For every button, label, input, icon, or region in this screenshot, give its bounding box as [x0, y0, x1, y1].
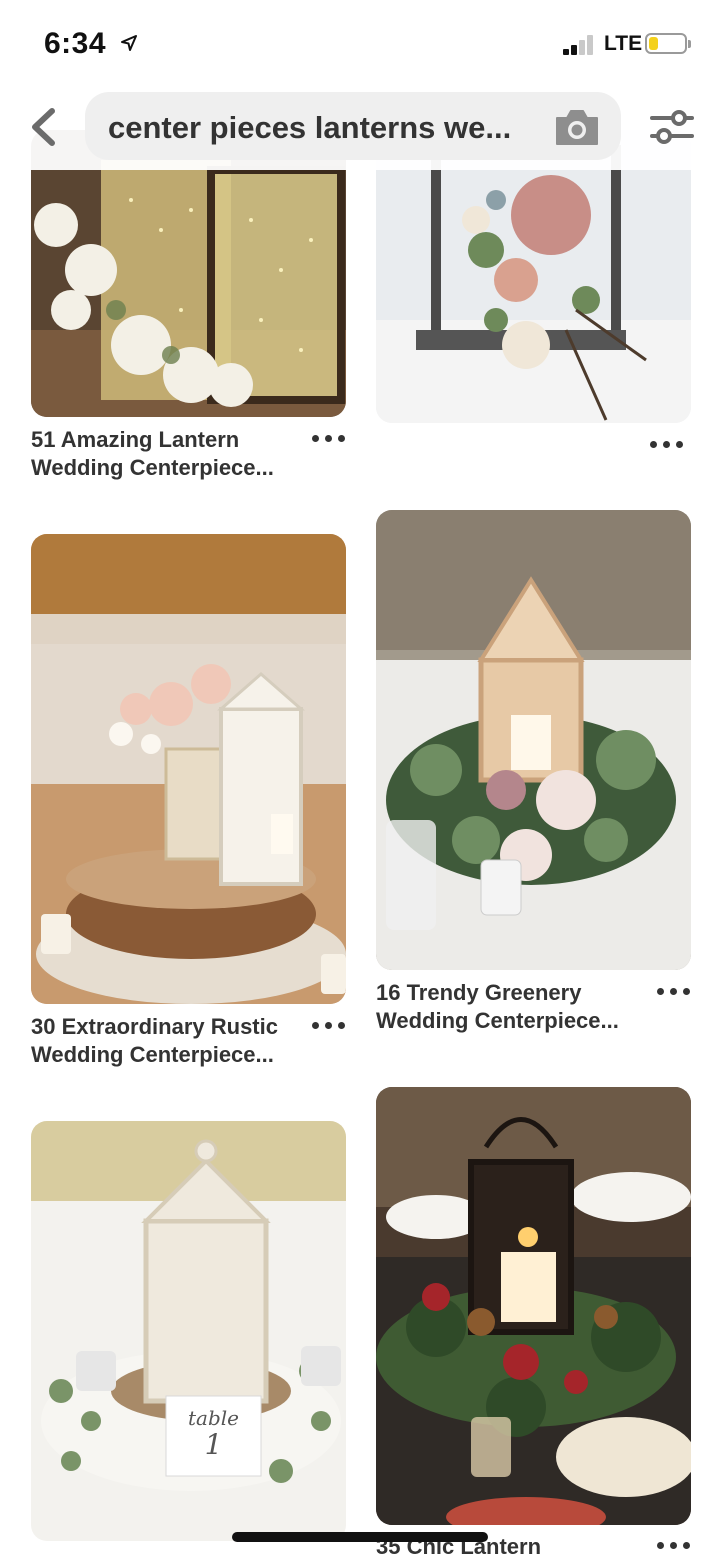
home-indicator[interactable]	[232, 1532, 488, 1542]
more-options-icon[interactable]	[650, 441, 684, 449]
search-query: center pieces lanterns we...	[108, 110, 512, 145]
pin-title-1[interactable]: 51 Amazing Lantern Wedding Centerpiece..…	[31, 426, 313, 482]
table-number-card: table 1	[188, 1406, 239, 1461]
pin-title-4[interactable]: 16 Trendy Greenery Wedding Centerpiece..…	[376, 979, 658, 1035]
back-chevron-icon[interactable]	[26, 106, 62, 148]
pin-image-5[interactable]: table 1	[31, 1121, 346, 1541]
status-time: 6:34	[44, 27, 107, 60]
search-input[interactable]: center pieces lanterns we...	[85, 92, 621, 160]
pin-image-3[interactable]	[31, 534, 346, 1004]
more-options-icon[interactable]	[312, 1022, 346, 1030]
pin-image-2[interactable]	[376, 130, 691, 423]
more-options-icon[interactable]	[657, 988, 691, 996]
network-type: LTE	[604, 32, 643, 55]
pin-image-1[interactable]	[31, 130, 346, 417]
pin-title-3[interactable]: 30 Extraordinary Rustic Wedding Centerpi…	[31, 1013, 313, 1069]
battery-icon	[645, 33, 691, 54]
pin-image-6[interactable]	[376, 1087, 691, 1525]
filter-icon[interactable]	[650, 106, 694, 148]
location-arrow-icon	[121, 35, 137, 51]
pin-image-4[interactable]	[376, 510, 691, 970]
search-header: center pieces lanterns we...	[0, 88, 720, 170]
more-options-icon[interactable]	[657, 1542, 691, 1550]
camera-icon[interactable]	[553, 106, 601, 148]
status-bar: 6:34 LTE	[0, 0, 720, 88]
signal-icon	[563, 33, 597, 55]
more-options-icon[interactable]	[312, 435, 346, 443]
